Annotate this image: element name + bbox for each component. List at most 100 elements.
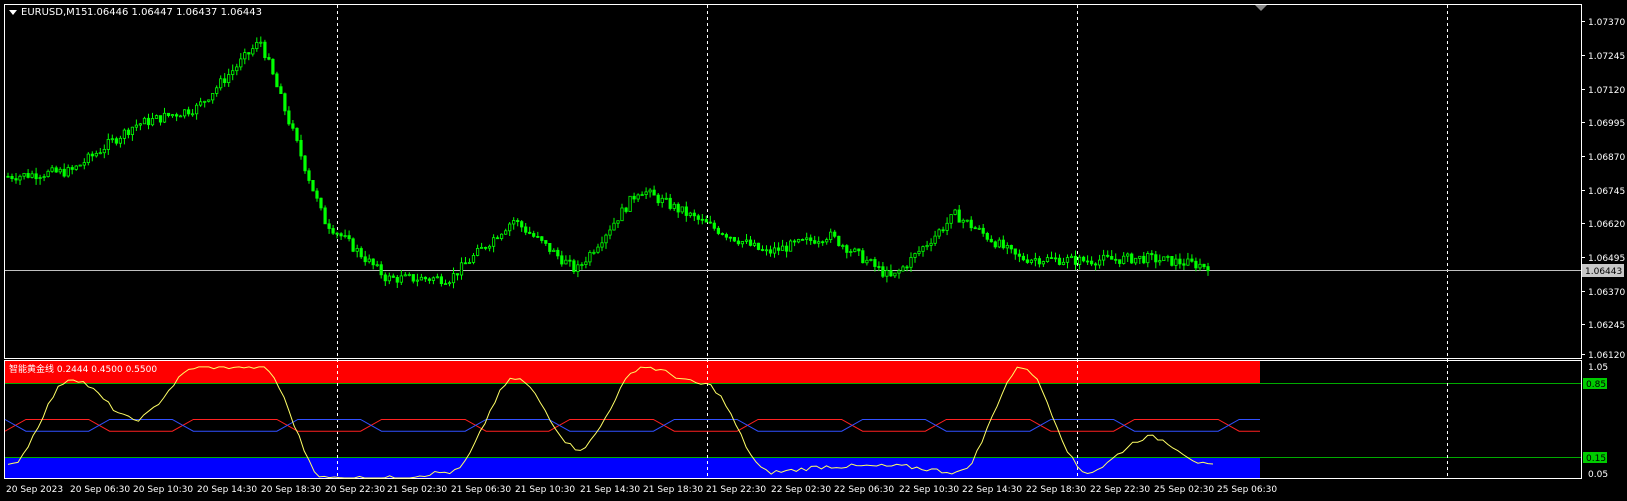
candle-body xyxy=(235,66,239,72)
candle-body xyxy=(423,276,428,280)
candle-body xyxy=(190,113,195,116)
indicator-upper-zone xyxy=(5,361,1260,383)
candle-body xyxy=(1021,255,1026,261)
candle-body xyxy=(644,191,648,195)
candle-body xyxy=(375,264,379,267)
chart-background xyxy=(0,0,1627,501)
candle-body xyxy=(351,238,355,252)
candle-body xyxy=(58,168,62,173)
candle-body xyxy=(18,175,22,181)
candle-body xyxy=(1061,261,1066,265)
candle-body xyxy=(1186,258,1190,266)
candle-body xyxy=(700,218,704,221)
candle-body xyxy=(182,109,187,117)
candle-body xyxy=(540,236,544,241)
candle-body xyxy=(604,234,608,244)
candle xyxy=(303,155,307,174)
candle-body xyxy=(600,242,604,248)
candle-body xyxy=(395,276,399,283)
candle-body xyxy=(315,190,319,199)
candle-body xyxy=(1041,261,1045,265)
candle-body xyxy=(572,260,576,272)
candle-body xyxy=(347,235,351,240)
candle-body xyxy=(459,262,464,276)
candle xyxy=(78,164,82,167)
candle-body xyxy=(989,238,993,243)
candle-body xyxy=(520,221,524,228)
candle-body xyxy=(797,238,801,243)
time-label: 25 Sep 02:30 xyxy=(1154,485,1214,495)
candle-body xyxy=(363,256,367,263)
candle-body xyxy=(668,197,672,209)
candle-body xyxy=(487,245,492,249)
time-label: 22 Sep 10:30 xyxy=(899,485,959,495)
candle-body xyxy=(664,197,668,200)
candle-body xyxy=(532,233,536,237)
candle-body xyxy=(949,214,953,224)
candle xyxy=(271,58,275,76)
candle-body xyxy=(467,261,472,264)
candle-body xyxy=(612,222,616,231)
candle-body xyxy=(1126,253,1130,257)
price-tick-label: 1.06245 xyxy=(1588,321,1625,331)
candle-body xyxy=(150,118,155,126)
candle-body xyxy=(279,86,283,94)
candle-body xyxy=(777,247,781,251)
candle-body xyxy=(568,259,572,262)
candle-body xyxy=(1182,263,1186,266)
candle-body xyxy=(231,70,235,75)
candle-body xyxy=(323,207,327,225)
trading-chart[interactable]: EURUSD,M15 1.06446 1.06447 1.06437 1.064… xyxy=(0,0,1627,501)
candle-body xyxy=(905,266,909,269)
candle-body xyxy=(275,73,279,88)
price-tick: 1.06120 xyxy=(1581,351,1625,361)
ohlc-values: 1.06446 1.06447 1.06437 1.06443 xyxy=(87,7,262,18)
candle xyxy=(359,246,363,259)
candle-body xyxy=(720,233,725,235)
current-price-label: 1.06443 xyxy=(1585,267,1622,277)
time-label: 21 Sep 06:30 xyxy=(451,485,511,495)
candle-body xyxy=(636,194,640,200)
candle-body xyxy=(255,42,259,50)
candle-body xyxy=(592,251,596,254)
candle-body xyxy=(760,249,765,251)
candle-body xyxy=(1190,258,1194,262)
candle-body xyxy=(853,248,857,252)
candle-body xyxy=(162,112,167,123)
candle-body xyxy=(291,123,295,129)
candle-body xyxy=(1154,254,1158,263)
candle-body xyxy=(632,195,636,200)
candle-body xyxy=(945,222,949,231)
candle-body xyxy=(885,270,889,277)
candle-body xyxy=(524,226,528,233)
candle-body xyxy=(443,283,448,286)
candle-body xyxy=(897,270,901,274)
candle-body xyxy=(785,245,789,252)
candle-body xyxy=(957,209,961,223)
candle-body xyxy=(889,270,893,277)
time-label: 22 Sep 02:30 xyxy=(771,485,831,495)
candle-body xyxy=(893,272,897,277)
candle-body xyxy=(243,52,247,60)
candle xyxy=(1170,255,1174,267)
candle-body xyxy=(736,240,741,245)
candle-body xyxy=(768,249,773,254)
candle-body xyxy=(26,172,30,178)
candle-body xyxy=(973,227,977,230)
candle-body xyxy=(873,259,877,267)
candle-body xyxy=(331,228,335,234)
time-label: 22 Sep 18:30 xyxy=(1026,485,1086,495)
candle-body xyxy=(821,241,825,244)
candle-body xyxy=(548,242,552,252)
candle xyxy=(263,39,267,61)
candle-body xyxy=(576,264,580,272)
candle-body xyxy=(877,266,881,268)
candle-body xyxy=(223,78,227,84)
candle-body xyxy=(724,234,729,238)
candle-body xyxy=(1013,248,1017,255)
candle-body xyxy=(319,197,323,209)
candle-body xyxy=(383,274,387,282)
candle-body xyxy=(1130,253,1134,264)
candle xyxy=(628,195,632,212)
price-tick: 1.06745 xyxy=(1581,187,1625,197)
